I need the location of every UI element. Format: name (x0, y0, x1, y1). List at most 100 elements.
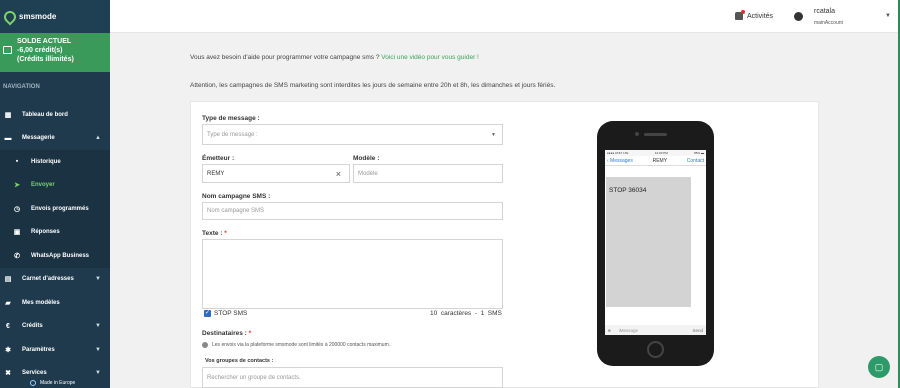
limit-info-text: Les envois via la plateforme smsmode son… (212, 342, 391, 348)
nav-list: ▦ Tableau de bord ▬ Messagerie ▲ ▪ Historique ➤… (0, 103, 110, 385)
made-in-label: Made in Europe (40, 380, 76, 386)
sidebar: smsmode SOLDE ACTUEL -6,00 crédit(s) (Cr… (0, 0, 110, 388)
inbox-icon: ▣ (13, 229, 21, 237)
sender-input[interactable]: REMY × (202, 164, 350, 183)
carrier: ●●●● AT&T LTE (607, 151, 629, 155)
recipients-label: Destinataires : * (202, 330, 251, 337)
char-counter: 10 caractères - 1 SMS (430, 310, 502, 317)
template-input[interactable]: Modèle (353, 164, 503, 183)
sidebar-item-label: Carnet d'adresses (22, 276, 74, 283)
chevron-icon: ▲ (95, 135, 101, 142)
sidebar-item-envois-programm-s[interactable]: ◷ Envois programmés (0, 197, 110, 221)
wallet-icon (3, 46, 12, 54)
nav-heading: NAVIGATION (3, 84, 40, 90)
help-video-link[interactable]: Voici une vidéo pour vous guider ! (381, 54, 479, 61)
sidebar-item-envoyer[interactable]: ➤ Envoyer (0, 173, 110, 197)
chevron-icon: ▼ (95, 323, 101, 330)
info-icon (202, 342, 208, 348)
logo[interactable]: smsmode (0, 0, 110, 33)
text-label-text: Texte : (202, 230, 223, 237)
chat-icon: ▬ (4, 134, 12, 142)
balance-amount: -6,00 crédit(s) (17, 47, 63, 54)
phone-screen: ●●●● AT&T LTE 12:00 PM 85% ▬ ‹ Messages REM… (605, 150, 706, 335)
sender-value: REMY (207, 170, 225, 177)
made-in-europe: Made in Europe (30, 380, 75, 386)
clear-icon[interactable]: × (336, 169, 341, 179)
chevron-icon: ▼ (95, 346, 101, 353)
stop-sms-label: STOP SMS (214, 310, 248, 317)
balance-panel: SOLDE ACTUEL -6,00 crédit(s) (Crédits il… (0, 33, 110, 72)
required-mark: * (224, 230, 227, 237)
phone-preview: ●●●● AT&T LTE 12:00 PM 85% ▬ ‹ Messages REM… (597, 121, 714, 366)
groups-search-input[interactable]: Rechercher un groupe de contacts. (202, 367, 503, 388)
sidebar-item-label: Tableau de bord (22, 111, 68, 118)
type-select[interactable]: Type de message : ▼ (202, 124, 503, 145)
phone-nav: ‹ Messages REMY Contact (605, 156, 706, 166)
sidebar-item-label: Crédits (22, 323, 43, 330)
globe-icon (30, 380, 36, 386)
sidebar-item-messagerie[interactable]: ▬ Messagerie ▲ (0, 127, 110, 151)
warning-text: Attention, les campagnes de SMS marketin… (190, 82, 556, 89)
sidebar-item-label: Envois programmés (31, 205, 89, 212)
user-icon[interactable] (794, 12, 803, 21)
sidebar-item-label: Paramètres (22, 346, 55, 353)
activities-label: Activités (747, 12, 774, 20)
addressbook-icon: ▤ (4, 276, 12, 284)
sidebar-item-r-ponses[interactable]: ▣ Réponses (0, 220, 110, 244)
messages-back: ‹ Messages (607, 157, 633, 164)
topbar: Activités rcatala mainAccount ▼ (110, 0, 900, 33)
campaign-input[interactable]: Nom campagne SMS (202, 202, 503, 220)
phone-time: 12:00 PM (654, 151, 668, 155)
sidebar-item-mes-mod-les[interactable]: ▰ Mes modèles (0, 291, 110, 315)
user-account: mainAccount (814, 20, 843, 26)
speaker-grille (644, 133, 667, 136)
brand-name: smsmode (19, 12, 57, 21)
preview-sender: REMY (652, 157, 668, 164)
bell-icon (735, 10, 745, 20)
sidebar-item-label: Services (22, 370, 47, 377)
type-label: Type de message : (202, 115, 260, 122)
sidebar-item-historique[interactable]: ▪ Historique (0, 150, 110, 174)
sidebar-item-tableau-de-bord[interactable]: ▦ Tableau de bord (0, 103, 110, 127)
balance-note: (Crédits illimités) (17, 56, 74, 63)
template-placeholder: Modèle (358, 170, 378, 177)
type-placeholder: Type de message : (207, 131, 258, 138)
logo-icon (1, 8, 19, 25)
chat-bubble-icon: ▢ (874, 361, 884, 372)
sidebar-item-label: Messagerie (22, 135, 55, 142)
sidebar-item-label: Envoyer (31, 182, 55, 189)
checkmark-icon: ✓ (204, 310, 211, 317)
chevron-down-icon[interactable]: ▼ (885, 13, 891, 19)
groups-label: Vos groupes de contacts : (205, 358, 274, 364)
message-textarea[interactable] (202, 239, 503, 309)
send-icon: ➤ (14, 182, 20, 190)
chevron-icon: ▼ (95, 276, 101, 283)
sidebar-item-carnet-d-adresses[interactable]: ▤ Carnet d'adresses ▼ (0, 268, 110, 292)
sidebar-item-label: Historique (31, 158, 61, 165)
templates-icon: ▰ (5, 299, 11, 307)
activities-button[interactable]: Activités (735, 10, 774, 20)
sidebar-item-label: Mes modèles (22, 299, 60, 306)
help-text: Vous avez besoin d'aide pour programmer … (190, 54, 479, 61)
history-icon: ▪ (15, 158, 19, 166)
sidebar-item-cr-dits[interactable]: € Crédits ▼ (0, 315, 110, 339)
template-label: Modèle : (353, 155, 380, 162)
campaign-placeholder: Nom campagne SMS (207, 208, 265, 214)
stop-sms-checkbox[interactable]: ✓ STOP SMS (204, 310, 247, 317)
campaign-label: Nom campagne SMS : (202, 193, 271, 200)
sidebar-item-label: Réponses (31, 229, 60, 236)
home-button (647, 341, 664, 358)
message-bubble: STOP 36034 (606, 177, 691, 307)
sidebar-item-whatsapp-business[interactable]: ✆ WhatsApp Business (0, 244, 110, 268)
battery: 85% ▬ (694, 151, 704, 155)
text-label: Texte : * (202, 230, 227, 237)
phone-icon: ✆ (14, 252, 20, 260)
sidebar-item-param-tres[interactable]: ✱ Paramètres ▼ (0, 338, 110, 362)
chat-widget-button[interactable]: ▢ (868, 356, 890, 378)
tools-icon: ✖ (5, 370, 11, 378)
dashboard-icon: ▦ (4, 111, 12, 119)
gear-icon: ✱ (5, 346, 11, 354)
euro-icon: € (6, 322, 10, 330)
user-name[interactable]: rcatala (814, 8, 835, 15)
balance-title: SOLDE ACTUEL (17, 38, 72, 45)
